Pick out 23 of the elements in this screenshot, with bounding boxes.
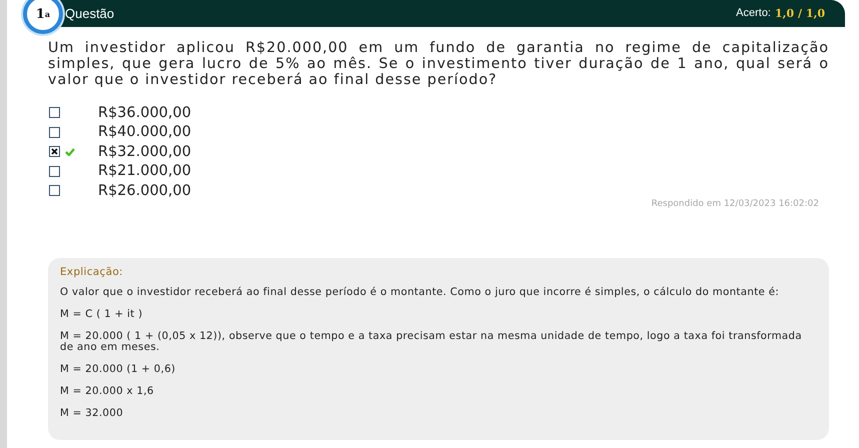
answer-checkbox[interactable] bbox=[49, 185, 60, 196]
answer-option: R$36.000,00 bbox=[98, 104, 192, 121]
answer-option: R$21.000,00 bbox=[98, 163, 192, 180]
explanation-line: M = C ( 1 + it ) bbox=[60, 308, 144, 320]
score-value: 1,0 bbox=[774, 7, 794, 20]
explanation-title: Explicação: bbox=[60, 266, 124, 278]
answer-checkbox[interactable] bbox=[49, 146, 60, 158]
explanation-line: M = 20.000 (1 + 0,6) bbox=[60, 364, 176, 374]
score-label: Acerto: bbox=[736, 7, 771, 20]
question-text: Um investidor aplicou R$20.000,00 em um fundo de garantia no regime de capitalização simples, que gera lucro de 5% ao mês. Se o investimento tiver duração de 1 ano, qual será o valor que o investidor receberá ao final desse período? bbox=[48, 40, 829, 88]
explanation-line: M = 20.000 ( 1 + (0,05 x 12)), observe que o tempo e a taxa precisam estar na mesma unidade de tempo, logo a taxa foi transformada de ano em meses. bbox=[60, 330, 803, 352]
answered-timestamp: Respondido em 12/03/2023 16:02:02 bbox=[650, 198, 819, 208]
header-title: Questão bbox=[65, 6, 114, 21]
answer-checkbox[interactable] bbox=[49, 166, 60, 177]
answer-option: R$40.000,00 bbox=[98, 124, 192, 140]
answer-option: R$32.000,00 bbox=[98, 144, 192, 160]
answer-checkbox[interactable] bbox=[49, 126, 60, 138]
answer-option: R$26.000,00 bbox=[98, 182, 192, 199]
explanation-line: M = 20.000 x 1,6 bbox=[60, 386, 155, 396]
explanation-line: M = 32.000 bbox=[60, 408, 124, 418]
score-max: / 1,0 bbox=[798, 7, 825, 20]
explanation-line: O valor que o investidor receberá ao final desse período é o montante. Como o juro que incorre é simples, o cálculo do montante é: bbox=[60, 286, 780, 298]
answer-checkbox[interactable] bbox=[49, 107, 60, 118]
